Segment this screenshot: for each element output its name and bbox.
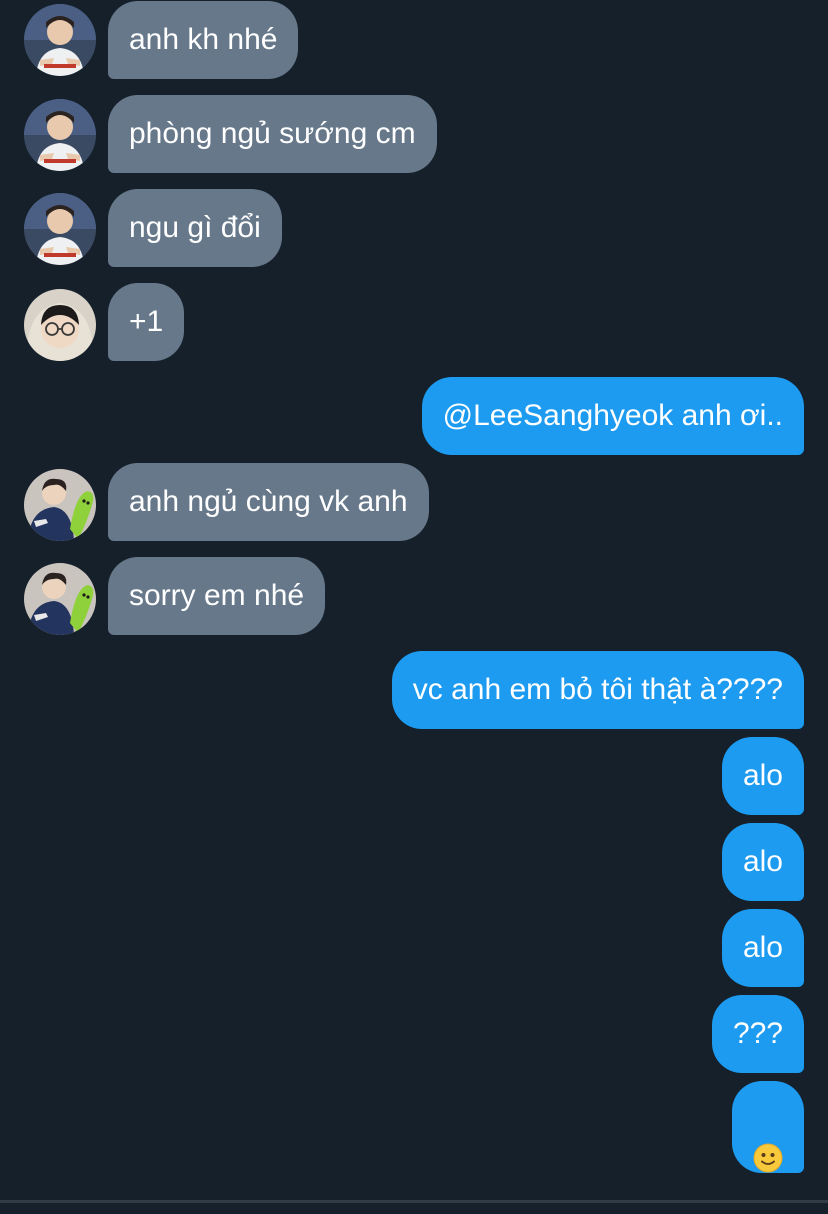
incoming-message-bubble[interactable]: anh ngủ cùng vk anh [108,463,429,541]
incoming-message-bubble[interactable]: anh kh nhé [108,1,299,79]
avatar-boy-blue-shirt[interactable] [24,99,96,171]
avatar-green-plush[interactable] [24,563,96,635]
incoming-message-bubble[interactable]: ngu gì đổi [108,189,282,267]
outgoing-message-bubble[interactable]: @LeeSanghyeok anh ơi.. [421,377,804,455]
dm-conversation: anh kh nhé phòng ngủ sướng cm ngu gì đổi… [0,0,828,1203]
avatar-green-plush[interactable] [24,469,96,541]
incoming-message-bubble[interactable]: sorry em nhé [108,557,326,635]
avatar-boy-blue-shirt[interactable] [24,193,96,265]
outgoing-message-bubble[interactable]: vc anh em bỏ tôi thật à???? [391,651,804,729]
outgoing-message-bubble[interactable]: alo [721,823,804,901]
avatar-glasses-hood[interactable] [24,289,96,361]
outgoing-message-bubble[interactable]: alo [721,909,804,987]
outgoing-message-bubble[interactable]: alo [721,737,804,815]
outgoing-message-bubble[interactable]: ??? [711,995,804,1073]
slightly-smiling-face-emoji [753,1114,783,1173]
outgoing-message-bubble[interactable] [732,1081,804,1173]
avatar-boy-blue-shirt[interactable] [24,4,96,76]
incoming-message-bubble[interactable]: +1 [108,283,185,361]
incoming-message-bubble[interactable]: phòng ngủ sướng cm [108,95,437,173]
